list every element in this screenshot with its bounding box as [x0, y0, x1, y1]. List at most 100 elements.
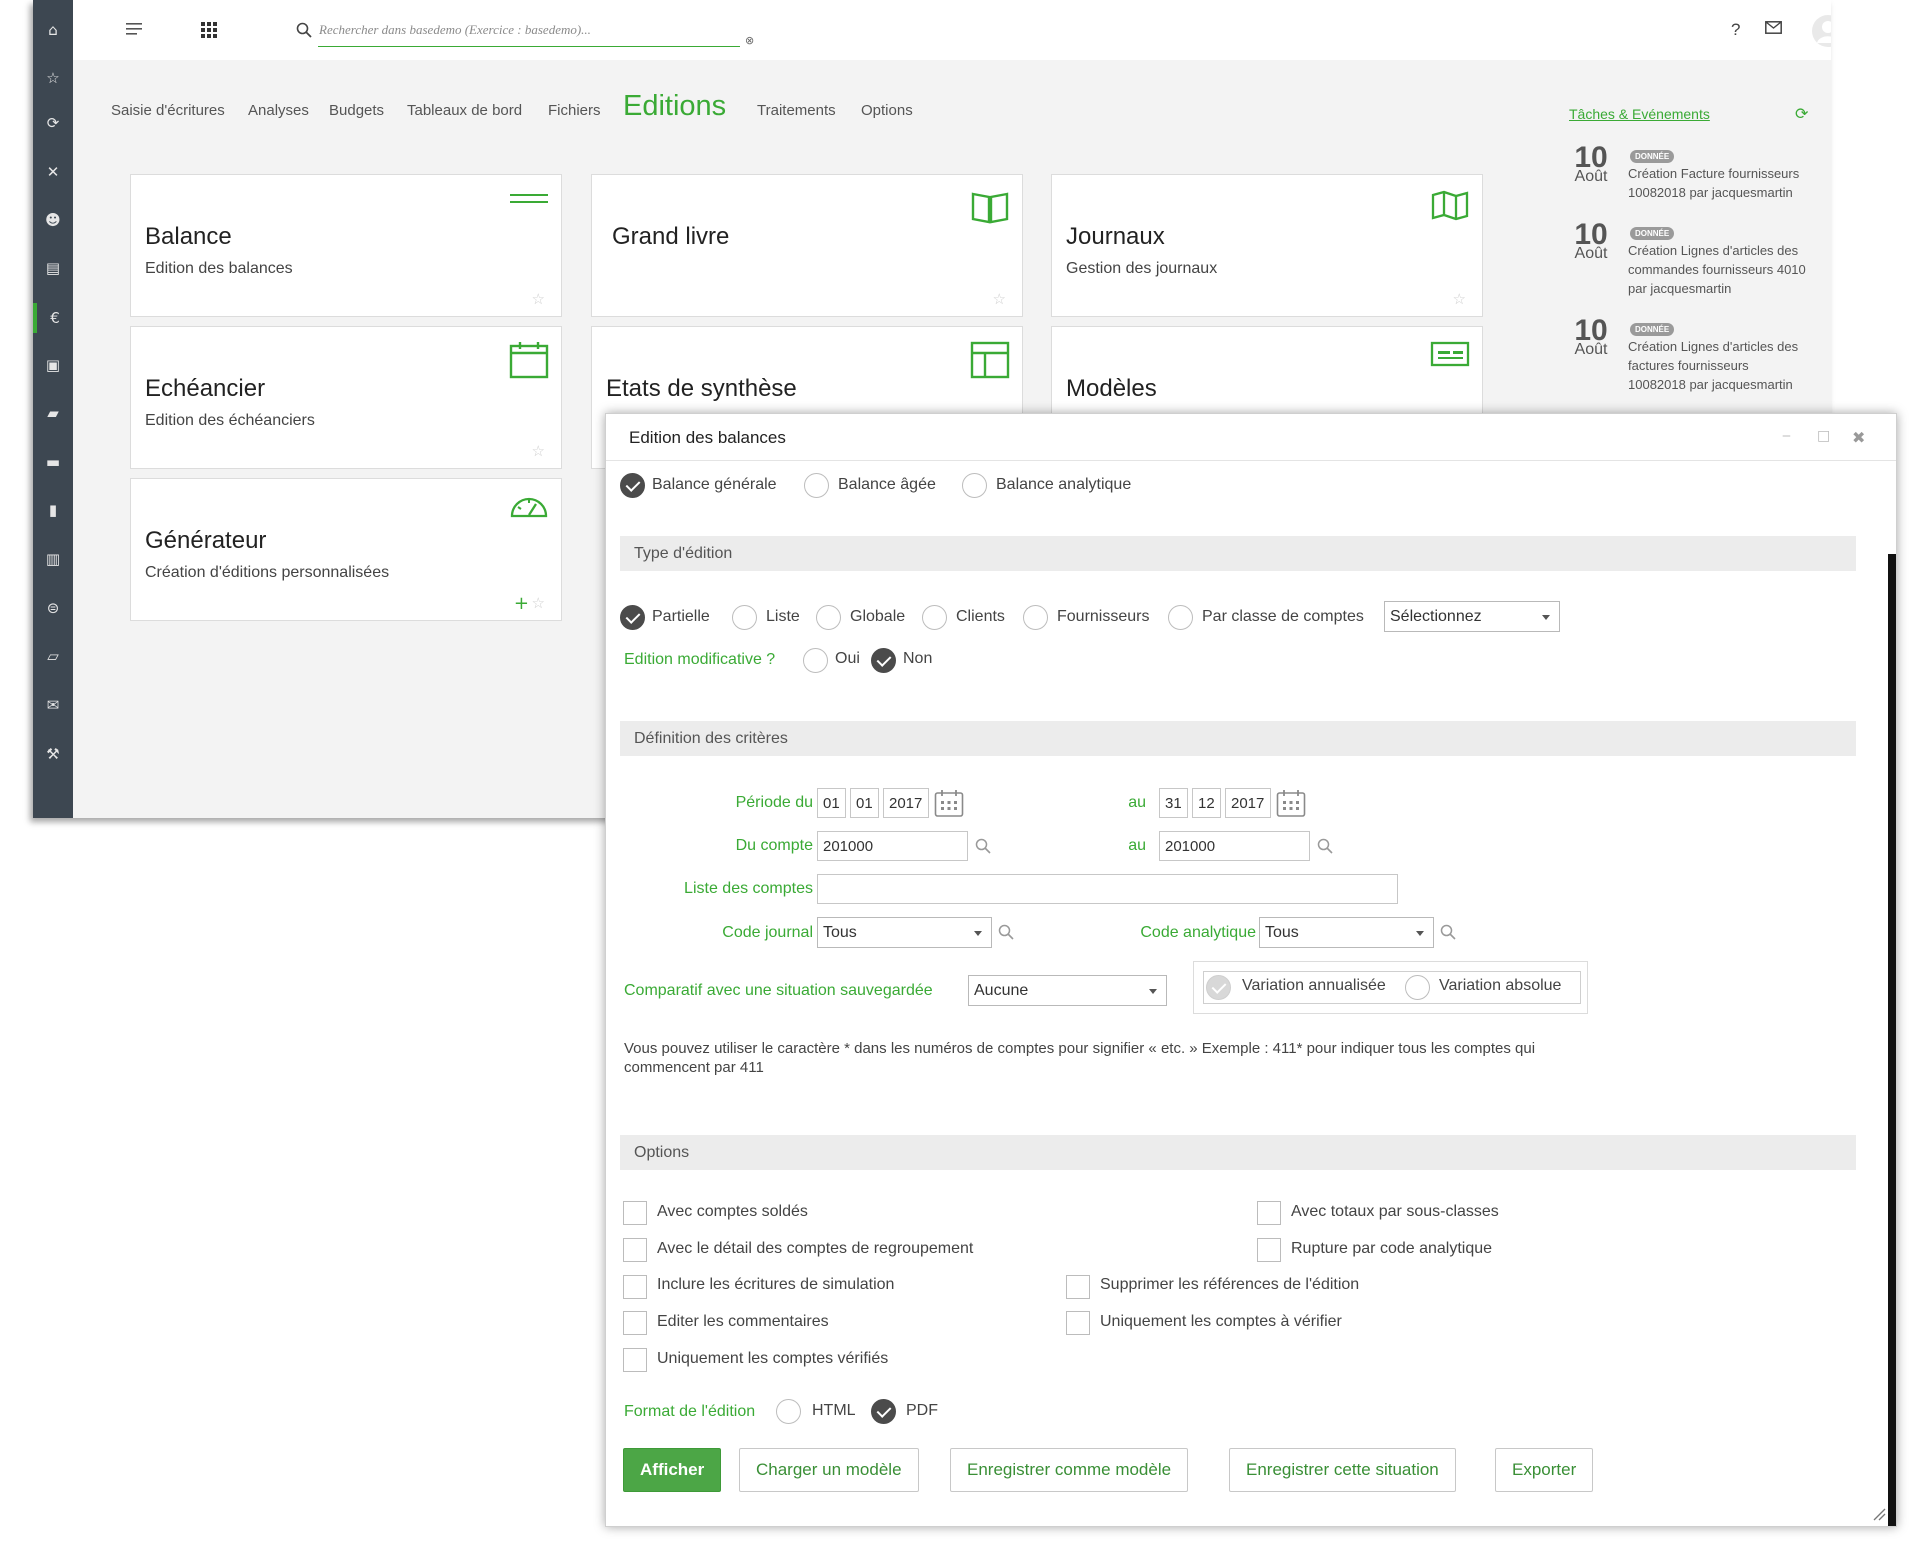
periode-from-day[interactable]: 01 [817, 788, 846, 818]
compte-to-input[interactable]: 201000 [1159, 831, 1310, 861]
radio-variation-absolue[interactable] [1405, 975, 1430, 1000]
card-grand-livre[interactable]: Grand livre ☆ [591, 174, 1023, 317]
liste-comptes-input[interactable] [817, 874, 1398, 904]
add-icon[interactable]: + [514, 593, 529, 614]
charger-modele-button[interactable]: Charger un modèle [739, 1448, 919, 1492]
nav-editions[interactable]: Editions [623, 90, 726, 123]
tools-icon[interactable]: ✕ [33, 157, 73, 187]
checkbox-rupture-analytique[interactable] [1257, 1238, 1281, 1262]
checkbox-label: Uniquement les comptes vérifiés [657, 1350, 889, 1367]
radio-partielle[interactable] [620, 605, 645, 630]
favorite-star-icon[interactable]: ☆ [532, 594, 545, 612]
radio-modif-oui[interactable] [803, 648, 828, 673]
card-balance[interactable]: Balance Edition des balances ☆ [130, 174, 562, 317]
radio-balance-agee[interactable] [804, 473, 829, 498]
favorite-star-icon[interactable]: ☆ [532, 442, 545, 460]
users-icon[interactable]: ☻ [33, 205, 73, 235]
nav-options[interactable]: Options [861, 102, 913, 119]
card-icon[interactable]: ▬ [33, 447, 73, 477]
checkbox-comptes-a-verifier[interactable] [1066, 1311, 1090, 1335]
checkbox-detail-regroupement[interactable] [623, 1238, 647, 1262]
avatar[interactable] [1811, 14, 1831, 48]
apps-grid-icon[interactable] [201, 22, 217, 38]
search-icon[interactable] [975, 838, 991, 854]
periode-to-month[interactable]: 12 [1192, 788, 1221, 818]
code-journal-select[interactable]: Tous [817, 917, 992, 948]
search-icon[interactable] [296, 22, 312, 38]
nav-traitements[interactable]: Traitements [757, 102, 836, 119]
periode-to-year[interactable]: 2017 [1225, 788, 1271, 818]
radio-format-html[interactable] [776, 1399, 801, 1424]
nav-saisie[interactable]: Saisie d'écritures [111, 102, 225, 119]
periode-from-year[interactable]: 2017 [883, 788, 929, 818]
mail-icon[interactable] [1765, 21, 1782, 34]
checkbox-supprimer-references[interactable] [1066, 1275, 1090, 1299]
code-analytique-select[interactable]: Tous [1259, 917, 1434, 948]
euro-icon[interactable]: € [33, 303, 73, 333]
search-icon[interactable] [998, 924, 1014, 940]
comparatif-select[interactable]: Aucune [968, 975, 1167, 1006]
search-input[interactable]: Rechercher dans basedemo (Exercice : bas… [319, 22, 591, 38]
clear-search-icon[interactable]: ⊗ [745, 34, 754, 47]
classe-select[interactable]: Sélectionnez [1384, 601, 1560, 632]
checkbox-comptes-verifies[interactable] [623, 1348, 647, 1372]
nav-budgets[interactable]: Budgets [329, 102, 384, 119]
radio-clients[interactable] [922, 605, 947, 630]
ledger-icon[interactable]: ▮ [33, 495, 73, 525]
radio-fournisseurs[interactable] [1023, 605, 1048, 630]
nav-analyses[interactable]: Analyses [248, 102, 309, 119]
checkbox-totaux-sous-classes[interactable] [1257, 1201, 1281, 1225]
folder-icon[interactable]: ▱ [33, 641, 73, 671]
search-icon[interactable] [1317, 838, 1333, 854]
variation-group: Variation annualisée Variation absolue [1193, 961, 1588, 1014]
card-echeancier[interactable]: Echéancier Edition des échéanciers ☆ [130, 326, 562, 469]
favorite-star-icon[interactable]: ☆ [532, 290, 545, 308]
checkbox-commentaires[interactable] [623, 1311, 647, 1335]
nav-tableaux[interactable]: Tableaux de bord [407, 102, 522, 119]
nav-fichiers[interactable]: Fichiers [548, 102, 601, 119]
refresh-icon[interactable]: ⟳ [1795, 104, 1808, 123]
enregistrer-modele-button[interactable]: Enregistrer comme modèle [950, 1448, 1189, 1492]
search-icon[interactable] [1440, 924, 1456, 940]
radio-globale[interactable] [816, 605, 841, 630]
favorite-star-icon[interactable]: ☆ [993, 290, 1006, 308]
radio-format-pdf[interactable] [871, 1399, 896, 1424]
calendar-euro-icon[interactable]: ▣ [33, 350, 73, 380]
report-icon[interactable]: ▥ [33, 544, 73, 574]
resize-handle-icon[interactable] [1872, 1507, 1886, 1521]
exporter-button[interactable]: Exporter [1495, 1448, 1594, 1492]
home-icon[interactable]: ⌂ [33, 15, 73, 45]
minimize-icon[interactable]: ‒ [1782, 428, 1791, 444]
periode-from-month[interactable]: 01 [850, 788, 879, 818]
help-icon[interactable]: ? [1731, 20, 1740, 40]
radio-balance-generale[interactable] [620, 473, 645, 498]
radio-variation-annualisee[interactable] [1206, 975, 1231, 1000]
menu-icon[interactable] [126, 22, 142, 36]
cycle-icon[interactable]: ⊜ [33, 593, 73, 623]
favorite-star-icon[interactable]: ☆ [1453, 290, 1466, 308]
radio-liste[interactable] [732, 605, 757, 630]
mail-settings-icon[interactable]: ✉ [33, 690, 73, 720]
star-icon[interactable]: ☆ [33, 63, 73, 93]
checkbox-comptes-soldes[interactable] [623, 1201, 647, 1225]
periode-to-day[interactable]: 31 [1159, 788, 1188, 818]
compte-from-input[interactable]: 201000 [817, 831, 968, 861]
calendar-picker-icon[interactable] [934, 788, 964, 818]
enregistrer-situation-button[interactable]: Enregistrer cette situation [1229, 1448, 1456, 1492]
radio-par-classe[interactable] [1168, 605, 1193, 630]
sync-icon[interactable]: ⟳ [33, 108, 73, 138]
calendar-picker-icon[interactable] [1276, 788, 1306, 818]
checkbox-ecritures-simulation[interactable] [623, 1275, 647, 1299]
close-icon[interactable]: ✖ [1852, 428, 1865, 447]
document-clock-icon[interactable]: ▤ [33, 253, 73, 283]
radio-label: HTML [812, 1402, 856, 1419]
card-generateur[interactable]: Générateur Création d'éditions personnal… [130, 478, 562, 621]
radio-modif-non[interactable] [871, 648, 896, 673]
wallet-icon[interactable]: ▰ [33, 398, 73, 428]
wrench-icon[interactable]: ⚒ [33, 739, 73, 769]
radio-balance-analytique[interactable] [962, 473, 987, 498]
card-journaux[interactable]: Journaux Gestion des journaux ☆ [1051, 174, 1483, 317]
tasks-title[interactable]: Tâches & Evénements [1569, 106, 1710, 122]
afficher-button[interactable]: Afficher [623, 1448, 722, 1492]
maximize-icon[interactable]: □ [1817, 428, 1830, 444]
